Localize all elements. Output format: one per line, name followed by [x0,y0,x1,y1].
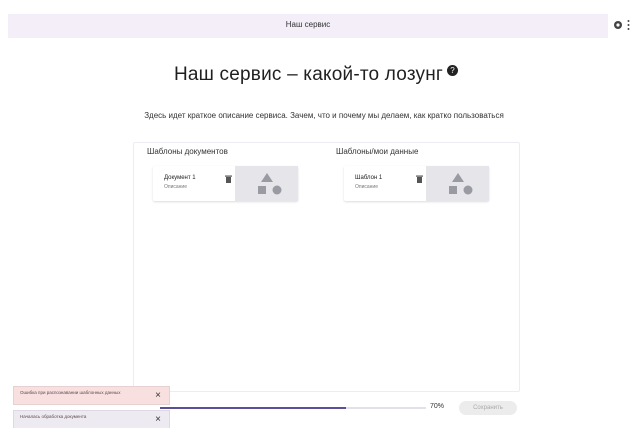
gear-icon[interactable] [613,20,623,30]
page-title-text: Наш сервис – какой-то лозунг [173,64,444,85]
more-vertical-icon[interactable] [627,19,630,31]
close-icon[interactable]: × [155,414,161,426]
data-template-card[interactable]: Шаблон 1 Описание [344,166,489,201]
service-description: Здесь идет краткое описание сервиса. Зач… [144,111,504,120]
shapes-placeholder-icon [258,173,282,195]
card-title: Шаблон 1 [355,175,383,181]
card-thumbnail [235,166,298,201]
shapes-placeholder-icon [449,173,473,195]
close-icon[interactable]: × [155,390,161,402]
progress-percent: 70% [430,403,445,410]
info-toast: Началась обработка документа × [13,410,170,428]
delete-icon[interactable] [416,175,423,183]
page-title: Наш сервис – какой-то лозунг? [0,64,632,86]
card-title: Документ 1 [164,175,196,181]
document-templates-heading: Шаблоны документов [147,147,228,156]
continue-button[interactable]: Сохранить [459,401,517,415]
top-app-bar: Наш сервис [8,14,608,38]
help-icon[interactable]: ? [447,65,459,76]
error-toast: Ошибка при распознавании шаблонных данны… [13,386,170,405]
card-subtitle: Описание [164,184,188,190]
toast-message: Началась обработка документа [20,414,87,419]
card-thumbnail [426,166,489,201]
card-subtitle: Описание [355,184,379,190]
document-template-card[interactable]: Документ 1 Описание [153,166,298,201]
progress-bar [160,407,426,409]
toast-message: Ошибка при распознавании шаблонных данны… [20,390,121,395]
delete-icon[interactable] [225,175,232,183]
data-templates-heading: Шаблоны/мои данные [336,147,419,156]
progress-bar-fill [160,407,347,409]
app-title: Наш сервис [285,20,331,29]
